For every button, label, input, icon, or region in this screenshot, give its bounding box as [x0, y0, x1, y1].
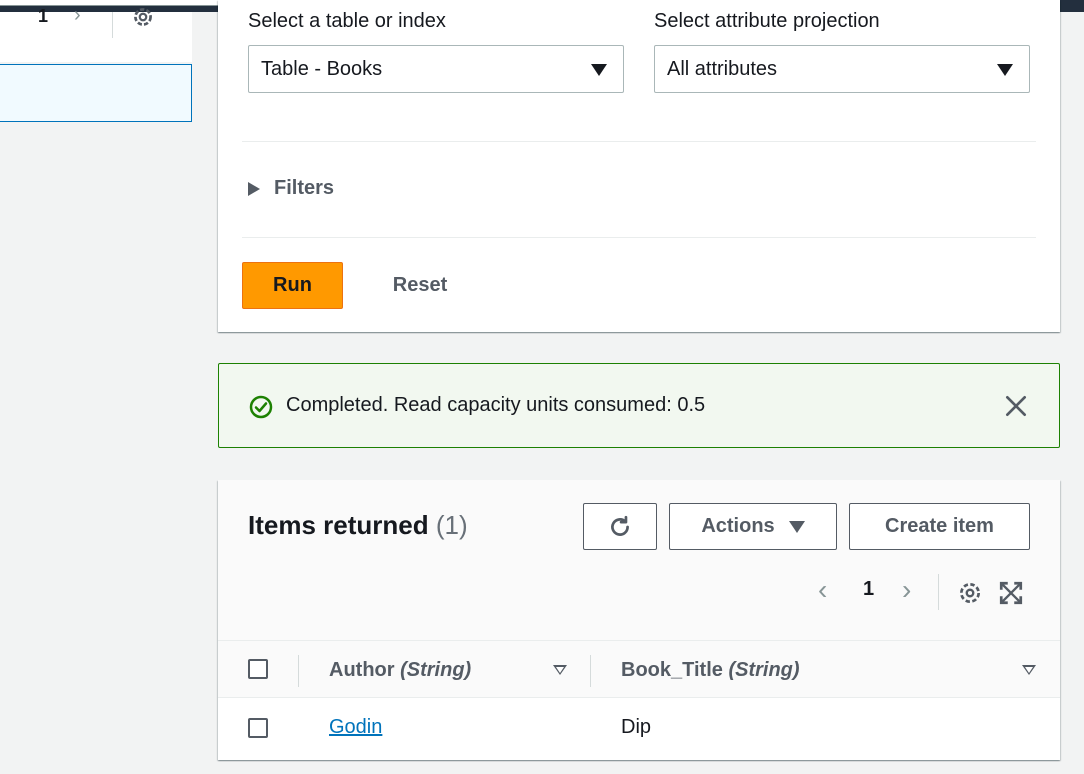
caret-right-icon: [248, 181, 260, 196]
results-title-text: Items returned: [248, 510, 429, 540]
chevron-left-icon[interactable]: ‹: [0, 4, 1, 27]
sort-caret-icon[interactable]: [553, 665, 567, 675]
divider: [242, 141, 1036, 142]
chevron-left-icon[interactable]: ‹: [818, 574, 827, 606]
reset-button[interactable]: Reset: [376, 262, 464, 309]
filters-expander[interactable]: Filters: [248, 177, 334, 200]
create-item-button[interactable]: Create item: [849, 503, 1030, 550]
table-select-value: Table - Books: [261, 58, 383, 80]
divider: [242, 237, 1036, 238]
left-page-number[interactable]: 1: [38, 6, 48, 27]
items-returned-card: Items returned (1) Actions Create item ‹…: [218, 480, 1060, 760]
fullscreen-icon[interactable]: [998, 580, 1024, 606]
caret-down-icon: [997, 64, 1013, 76]
query-form-card: Select a table or index Table - Books Se…: [218, 0, 1060, 332]
flash-message-text: Completed. Read capacity units consumed:…: [286, 394, 706, 416]
close-icon[interactable]: [1003, 393, 1029, 419]
success-check-icon: [249, 395, 273, 419]
book-title-column-type: (String): [728, 659, 800, 681]
refresh-button[interactable]: [583, 503, 657, 550]
selected-table-row[interactable]: [0, 64, 192, 122]
projection-select-label: Select attribute projection: [654, 10, 880, 32]
table-row: Godin Dip: [218, 698, 1060, 758]
table-header-row: Author (String) Book_Title (String): [218, 640, 1060, 698]
pagination-divider: [938, 574, 939, 610]
success-flash-message: Completed. Read capacity units consumed:…: [218, 363, 1060, 448]
chevron-right-icon[interactable]: ›: [74, 4, 81, 27]
author-cell-link[interactable]: Godin: [329, 716, 382, 739]
table-select-label: Select a table or index: [248, 10, 446, 32]
author-column-name: Author: [329, 659, 395, 681]
run-button[interactable]: Run: [242, 262, 343, 309]
results-title: Items returned (1): [248, 510, 468, 541]
attribute-projection-select[interactable]: All attributes: [654, 45, 1030, 93]
column-header-author[interactable]: Author (String): [329, 659, 471, 682]
actions-label: Actions: [701, 515, 775, 537]
refresh-icon: [611, 515, 629, 536]
chevron-right-icon[interactable]: ›: [902, 574, 911, 606]
row-select-checkbox[interactable]: [248, 718, 268, 738]
filters-label: Filters: [274, 177, 335, 199]
left-pagination-divider: [112, 12, 113, 38]
results-page-number[interactable]: 1: [863, 578, 874, 601]
select-all-checkbox[interactable]: [248, 659, 268, 679]
book-title-column-name: Book_Title: [621, 659, 723, 681]
left-pagination: ‹ 1 ›: [0, 4, 192, 62]
results-count: (1): [435, 510, 468, 540]
table-index-select[interactable]: Table - Books: [248, 45, 624, 93]
book-title-cell: Dip: [621, 716, 652, 738]
column-divider: [298, 655, 299, 687]
actions-dropdown-button[interactable]: Actions: [669, 503, 837, 550]
settings-gear-icon[interactable]: [957, 580, 983, 606]
results-header: Items returned (1) Actions Create item ‹…: [218, 480, 1060, 640]
settings-gear-icon[interactable]: [130, 4, 156, 30]
caret-down-icon: [788, 520, 805, 533]
sort-caret-icon[interactable]: [1022, 665, 1036, 675]
author-column-type: (String): [400, 659, 472, 681]
column-divider[interactable]: [590, 655, 591, 687]
projection-select-value: All attributes: [667, 58, 778, 80]
column-header-book-title[interactable]: Book_Title (String): [621, 659, 800, 682]
left-table-list-panel: ‹ 1 ›: [0, 4, 192, 124]
caret-down-icon: [591, 64, 607, 76]
